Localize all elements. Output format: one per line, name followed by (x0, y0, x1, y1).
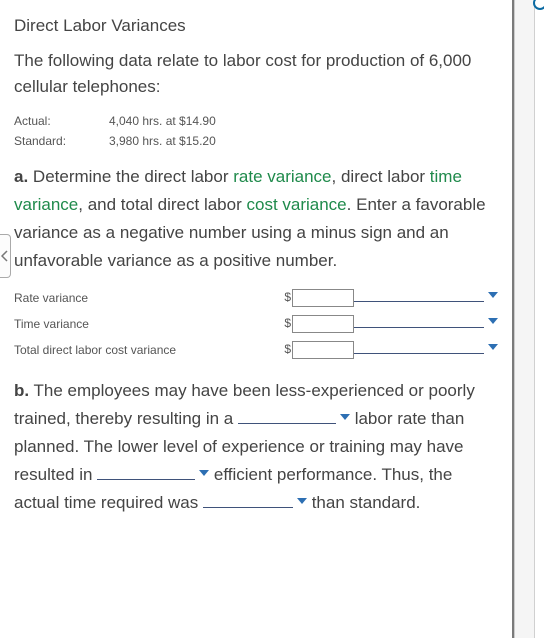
data-label: Actual: (14, 111, 109, 131)
answer-label: Rate variance (14, 285, 284, 311)
given-data-table: Actual: 4,040 hrs. at $14.90 Standard: 3… (14, 111, 216, 151)
dollar-sign: $ (284, 342, 291, 356)
part-a-text: a. Determine the direct labor rate varia… (14, 163, 498, 275)
data-value: 3,980 hrs. at $15.20 (109, 131, 216, 151)
blank-3-select[interactable] (203, 493, 307, 508)
vertical-scrollbar[interactable] (514, 0, 534, 638)
chevron-down-icon (297, 498, 307, 505)
part-b-letter: b. (14, 381, 29, 400)
part-b-text: b. The employees may have been less-expe… (14, 377, 498, 517)
panel-control-icon[interactable] (533, 0, 544, 10)
data-value: 4,040 hrs. at $14.90 (109, 111, 216, 131)
chevron-down-icon (199, 470, 209, 477)
rate-variance-select[interactable] (354, 291, 498, 302)
blank-1-select[interactable] (238, 409, 350, 424)
time-variance-select[interactable] (354, 317, 498, 328)
table-row: Time variance $ (14, 311, 498, 337)
table-row: Actual: 4,040 hrs. at $14.90 (14, 111, 216, 131)
data-label: Standard: (14, 131, 109, 151)
rate-variance-link[interactable]: rate variance (233, 167, 331, 186)
chevron-down-icon (340, 414, 350, 421)
rate-variance-input[interactable] (292, 289, 354, 307)
answer-label: Time variance (14, 311, 284, 337)
answer-label: Total direct labor cost variance (14, 337, 284, 363)
prev-nav-tab[interactable] (0, 234, 11, 278)
answer-table: Rate variance $ Time variance $ Total di… (14, 285, 498, 363)
part-a-letter: a. (14, 167, 28, 186)
time-variance-input[interactable] (292, 315, 354, 333)
dollar-sign: $ (284, 316, 291, 330)
total-variance-select[interactable] (354, 343, 498, 354)
chevron-down-icon (488, 318, 498, 325)
table-row: Rate variance $ (14, 285, 498, 311)
chevron-down-icon (488, 292, 498, 299)
question-panel: Direct Labor Variances The following dat… (0, 0, 514, 638)
right-gutter (534, 0, 544, 638)
cost-variance-link[interactable]: cost variance (246, 195, 346, 214)
dollar-sign: $ (284, 290, 291, 304)
chevron-down-icon (488, 344, 498, 351)
intro-text: The following data relate to labor cost … (14, 48, 498, 101)
total-variance-input[interactable] (292, 341, 354, 359)
blank-2-select[interactable] (97, 465, 209, 480)
table-row: Standard: 3,980 hrs. at $15.20 (14, 131, 216, 151)
question-title: Direct Labor Variances (14, 16, 498, 36)
table-row: Total direct labor cost variance $ (14, 337, 498, 363)
